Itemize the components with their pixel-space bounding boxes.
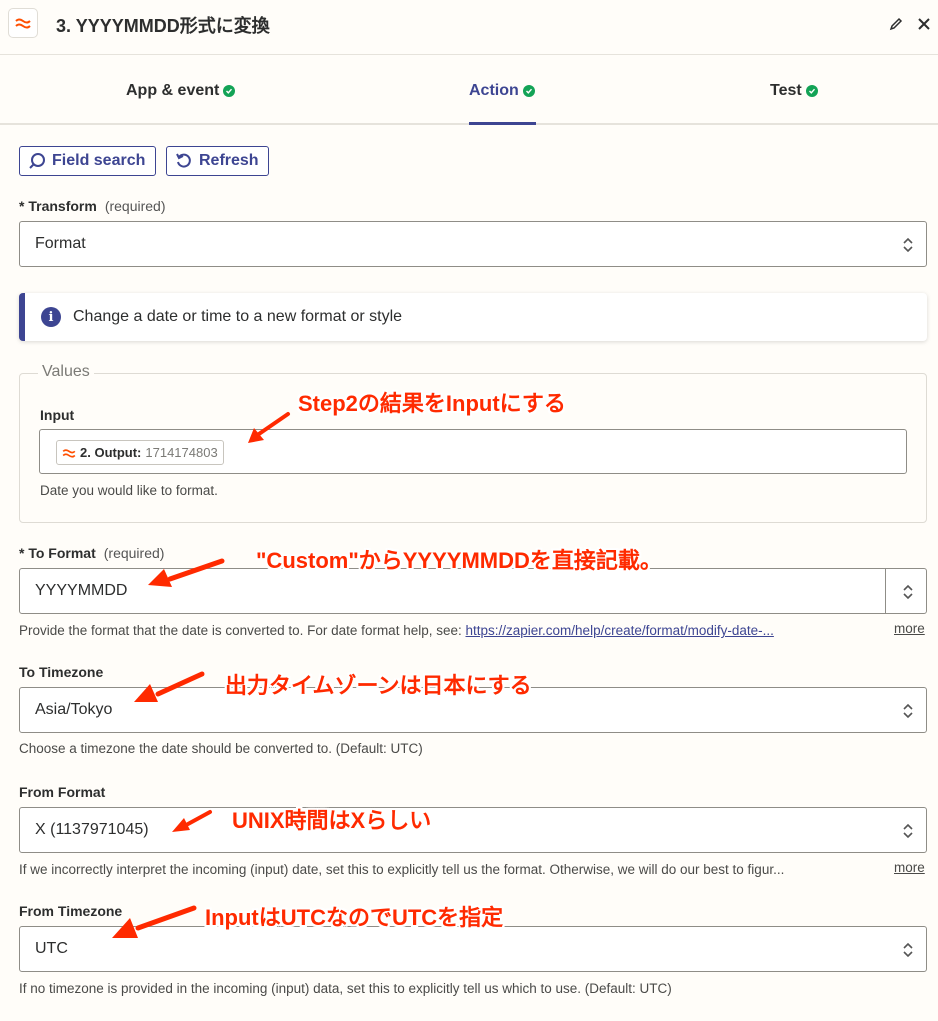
- to-format-more-link[interactable]: more: [894, 621, 925, 636]
- step-header: 3. YYYYMMDD形式に変換: [0, 0, 938, 55]
- select-arrows-icon[interactable]: [902, 583, 914, 601]
- annotation-input: Step2の結果をInputにする: [298, 391, 566, 416]
- from-timezone-value: UTC: [35, 940, 68, 957]
- tab-label: App & event: [126, 81, 220, 99]
- annotation-to-format: "Custom"からYYYYMMDDを直接記載。: [256, 548, 662, 573]
- transform-value: Format: [35, 235, 86, 252]
- refresh-button[interactable]: Refresh: [166, 146, 269, 176]
- close-icon[interactable]: [914, 14, 934, 34]
- from-format-label: From Format: [19, 784, 106, 800]
- info-text: Change a date or time to a new format or…: [73, 308, 403, 325]
- format-help-link[interactable]: https://zapier.com/help/create/format/mo…: [466, 623, 774, 638]
- select-arrows-icon: [903, 237, 913, 253]
- active-tab-indicator: [469, 122, 536, 125]
- refresh-icon: [176, 153, 191, 168]
- input-field[interactable]: 2. Output: 1714174803: [39, 429, 907, 474]
- field-search-button[interactable]: Field search: [19, 146, 156, 176]
- input-help: Date you would like to format.: [40, 483, 218, 498]
- field-search-label: Field search: [52, 152, 146, 169]
- tab-label: Test: [770, 81, 802, 99]
- annotation-arrow: [112, 905, 197, 938]
- annotation-arrow: [172, 810, 212, 832]
- to-timezone-value: Asia/Tokyo: [35, 701, 113, 718]
- values-legend: Values: [38, 363, 94, 381]
- annotation-to-timezone: 出力タイムゾーンは日本にする: [225, 673, 532, 698]
- tab-test[interactable]: Test: [770, 56, 818, 125]
- check-icon: [805, 84, 818, 97]
- tab-action[interactable]: Action: [469, 56, 535, 125]
- divider: [885, 569, 886, 613]
- annotation-arrow: [248, 412, 290, 443]
- info-banner: i Change a date or time to a new format …: [19, 293, 927, 341]
- tab-app-event[interactable]: App & event: [126, 56, 236, 125]
- from-format-help: If we incorrectly interpret the incoming…: [19, 862, 785, 877]
- annotation-arrow: [134, 671, 205, 702]
- to-format-help: Provide the format that the date is conv…: [19, 623, 774, 638]
- formatter-icon: [62, 448, 76, 458]
- to-timezone-help: Choose a timezone the date should be con…: [19, 741, 423, 756]
- step-tabs: App & event Action Test: [0, 56, 938, 125]
- check-icon: [223, 84, 236, 97]
- check-icon: [522, 84, 535, 97]
- formatter-app-icon: [8, 8, 38, 38]
- pill-value: 1714174803: [145, 445, 218, 460]
- annotation-from-format: UNIX時間はXらしい: [232, 808, 432, 833]
- step-output-pill[interactable]: 2. Output: 1714174803: [56, 440, 224, 465]
- annotation-arrow: [148, 558, 225, 587]
- step-title: 3. YYYYMMDD形式に変換: [56, 16, 270, 36]
- annotation-from-timezone: InputはUTCなのでUTCを指定: [205, 905, 504, 930]
- from-format-more-link[interactable]: more: [894, 860, 925, 875]
- tab-label: Action: [469, 81, 519, 99]
- search-icon: [29, 153, 45, 169]
- select-arrows-icon: [903, 703, 913, 719]
- transform-label: * Transform (required): [19, 198, 166, 214]
- from-format-select[interactable]: X (1137971045): [19, 807, 927, 853]
- transform-select[interactable]: Format: [19, 221, 927, 267]
- select-arrows-icon: [903, 942, 913, 958]
- refresh-label: Refresh: [199, 152, 259, 169]
- pencil-icon[interactable]: [886, 14, 906, 34]
- select-arrows-icon: [903, 823, 913, 839]
- from-format-value: X (1137971045): [35, 821, 149, 838]
- to-timezone-label: To Timezone: [19, 664, 104, 680]
- info-icon: i: [41, 307, 61, 327]
- pill-step: 2. Output:: [80, 445, 142, 460]
- from-timezone-help: If no timezone is provided in the incomi…: [19, 981, 672, 996]
- input-label: Input: [40, 407, 75, 423]
- to-format-value: YYYYMMDD: [35, 582, 128, 599]
